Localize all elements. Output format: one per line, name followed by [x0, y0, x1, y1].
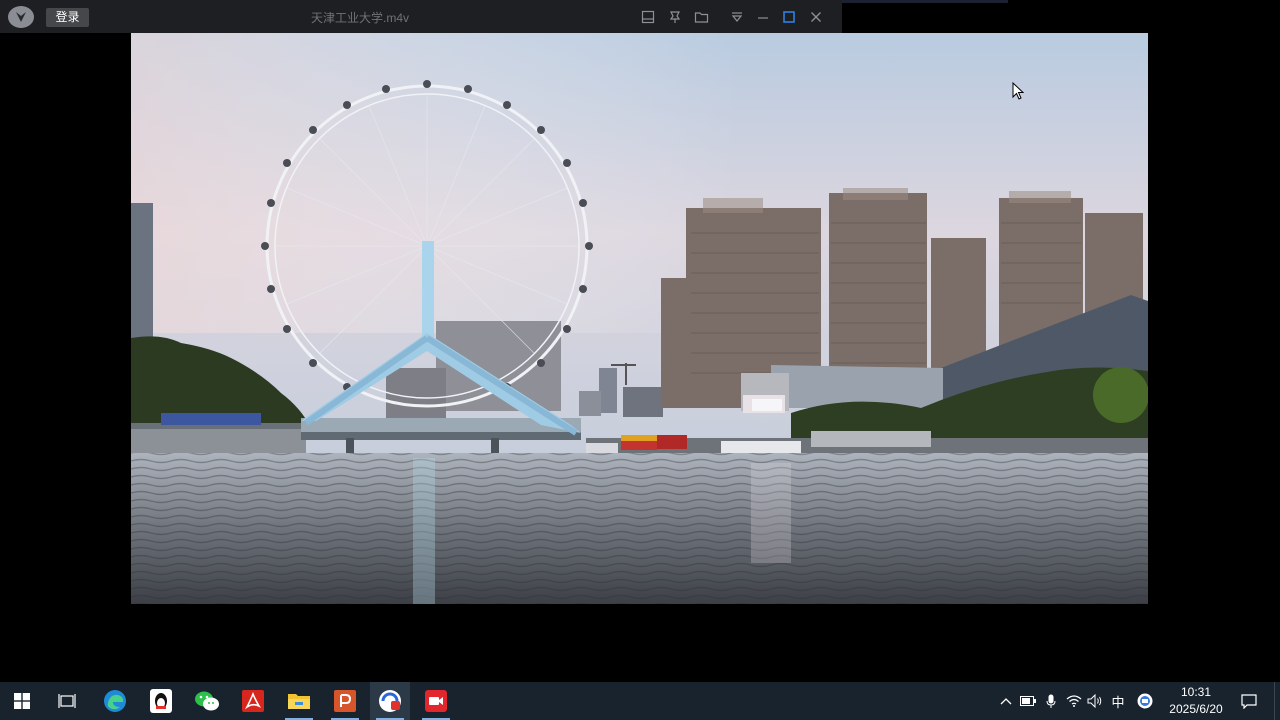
battery-icon[interactable] [1020, 693, 1036, 709]
video-scene [131, 33, 1148, 604]
microphone-icon[interactable] [1043, 693, 1059, 709]
volume-icon[interactable] [1087, 693, 1103, 709]
mouse-cursor-icon [1012, 81, 1025, 106]
menu-dropdown-icon[interactable] [728, 8, 746, 26]
titlebar-accent [842, 0, 1008, 3]
close-icon[interactable] [807, 8, 825, 26]
open-folder-icon[interactable] [692, 8, 710, 26]
chevron-up-icon[interactable] [998, 693, 1014, 709]
wechat-icon[interactable] [187, 682, 227, 720]
acrobat-icon[interactable] [233, 682, 273, 720]
screen-recorder-icon[interactable] [416, 682, 456, 720]
app-logo-icon[interactable] [8, 6, 34, 28]
compact-mode-icon[interactable] [639, 8, 657, 26]
clock-date: 2025/6/20 [1169, 702, 1223, 716]
video-player-icon[interactable] [370, 682, 410, 720]
clock-time: 10:31 [1180, 685, 1212, 699]
player-titlebar: 登录 天津工业大学.m4v [0, 0, 842, 33]
ime-indicator[interactable]: 中 [1110, 693, 1126, 710]
qq-icon[interactable] [141, 682, 181, 720]
edge-icon[interactable] [95, 682, 135, 720]
login-button[interactable]: 登录 [46, 8, 89, 27]
input-method-icon[interactable] [1137, 693, 1153, 709]
powerpoint-icon[interactable] [325, 682, 365, 720]
show-desktop-button[interactable] [1274, 682, 1280, 720]
task-view-icon[interactable] [47, 682, 87, 720]
file-title: 天津工业大学.m4v [311, 11, 410, 25]
file-explorer-icon[interactable] [279, 682, 319, 720]
notification-icon[interactable] [1241, 693, 1257, 709]
video-frame[interactable] [131, 33, 1148, 604]
clock[interactable]: 10:31 2025/6/20 [1160, 684, 1232, 718]
wifi-icon[interactable] [1066, 693, 1082, 709]
maximize-icon[interactable] [780, 8, 798, 26]
windows-taskbar: 中 10:31 2025/6/20 [0, 682, 1280, 720]
pin-icon[interactable] [666, 8, 684, 26]
minimize-icon[interactable] [754, 8, 772, 26]
windows-start-icon[interactable] [2, 682, 42, 720]
